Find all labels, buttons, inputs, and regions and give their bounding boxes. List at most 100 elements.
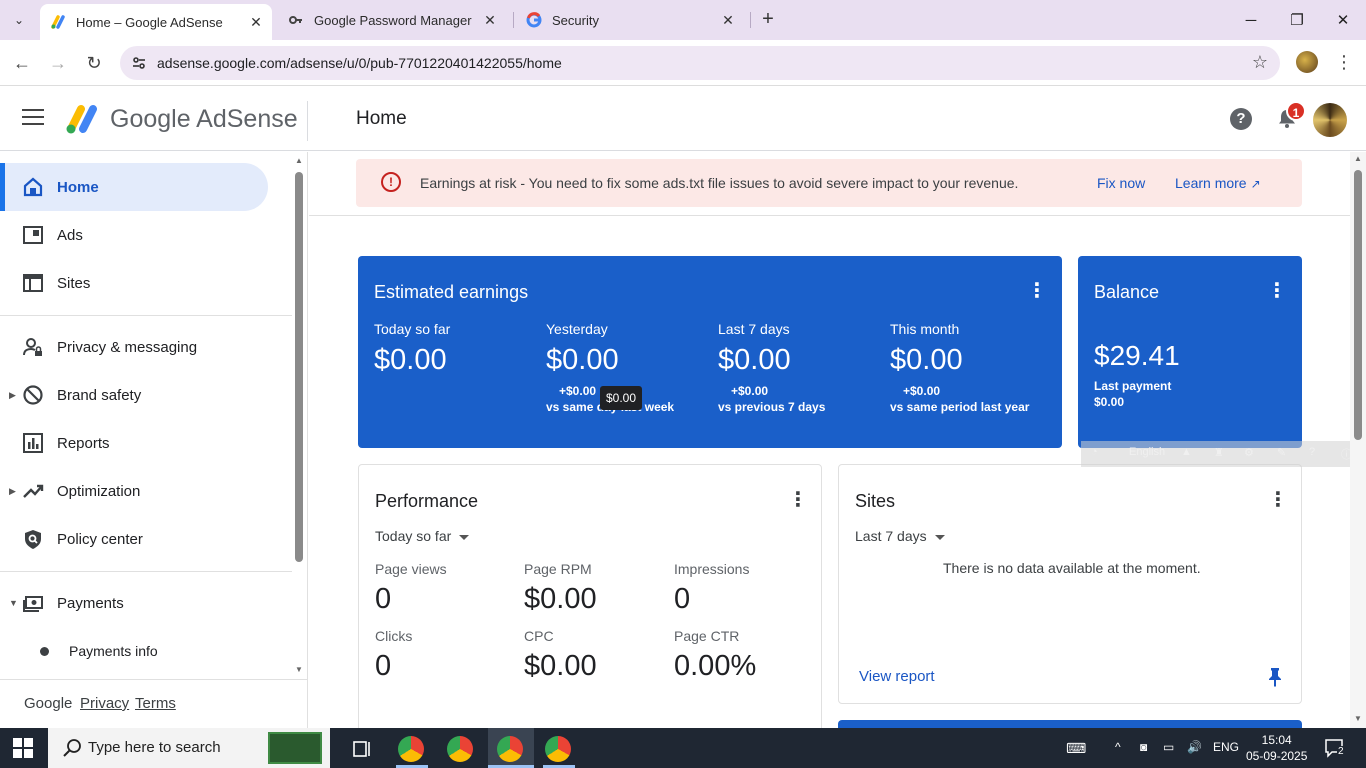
taskbar-search[interactable]: Type here to search xyxy=(48,728,330,768)
metric-value: $0.00 xyxy=(374,344,447,376)
windows-start-icon[interactable] xyxy=(13,738,33,758)
sidebar-subitem-payments-info[interactable]: Payments info xyxy=(0,627,268,675)
sites-card: Sites ⋮ Last 7 days There is no data ava… xyxy=(838,464,1302,704)
ime-settings-icon[interactable]: ⚙ xyxy=(1244,446,1254,459)
minimize-icon[interactable]: ─ xyxy=(1228,0,1274,40)
scroll-up-icon[interactable]: ▲ xyxy=(293,156,305,165)
ime-logo-icon[interactable]: ◔ xyxy=(1091,446,1098,458)
dropdown-value: Today so far xyxy=(375,528,452,544)
show-hidden-icons-icon[interactable]: ^ xyxy=(1115,740,1121,754)
metric-value: $0.00 xyxy=(546,344,619,376)
sidebar-item-ads[interactable]: Ads xyxy=(0,211,268,259)
reload-icon[interactable]: ↻ xyxy=(81,50,107,76)
chrome-taskbar-icon[interactable] xyxy=(545,736,571,762)
sidebar-item-reports[interactable]: Reports xyxy=(0,419,268,467)
close-window-icon[interactable]: ✕ xyxy=(1320,0,1366,40)
performance-range-dropdown[interactable]: Today so far xyxy=(375,528,470,544)
more-options-icon[interactable]: ⋮ xyxy=(1027,281,1047,302)
ime-keyboard-icon[interactable]: ▲ xyxy=(1181,446,1192,458)
ime-language-bar[interactable]: ◔ English ▲ ♜ ⚙ ✎ ? ⓘ xyxy=(1081,441,1366,467)
sidebar-item-home[interactable]: Home xyxy=(0,163,268,211)
payments-icon xyxy=(23,596,43,612)
input-language[interactable]: ENG xyxy=(1213,740,1239,754)
more-options-icon[interactable]: ⋮ xyxy=(1268,490,1288,511)
address-bar[interactable]: adsense.google.com/adsense/u/0/pub-77012… xyxy=(120,46,1280,80)
ime-language-label[interactable]: English xyxy=(1129,446,1165,458)
value-tooltip: $0.00 xyxy=(600,386,643,410)
expand-caret-icon[interactable]: ▶ xyxy=(9,486,16,497)
scrollbar-thumb[interactable] xyxy=(1354,170,1362,440)
browser-toolbar: ← → ↻ adsense.google.com/adsense/u/0/pub… xyxy=(0,40,1366,86)
perf-metric-label: Clicks xyxy=(375,628,413,644)
terms-link[interactable]: Terms xyxy=(135,695,176,712)
privacy-link[interactable]: Privacy xyxy=(80,695,129,712)
help-icon[interactable]: ? xyxy=(1230,108,1252,130)
error-icon: ! xyxy=(381,172,401,192)
sidebar-divider xyxy=(0,315,292,316)
perf-metric-value: 0 xyxy=(674,583,691,615)
search-placeholder: Type here to search xyxy=(88,739,221,756)
ime-pen-icon[interactable]: ✎ xyxy=(1277,446,1286,459)
ime-tool-icon[interactable]: ♜ xyxy=(1214,446,1224,459)
bookmark-star-icon[interactable]: ☆ xyxy=(1252,52,1268,73)
sidebar-item-payments[interactable]: ▼ Payments xyxy=(0,579,268,627)
google-favicon-icon xyxy=(526,12,542,28)
main-menu-icon[interactable] xyxy=(22,109,44,127)
scroll-up-icon[interactable]: ▲ xyxy=(1352,154,1364,163)
sidebar-item-brand-safety[interactable]: ▶ Brand safety xyxy=(0,371,268,419)
tab-close-icon[interactable]: ✕ xyxy=(718,12,738,29)
home-icon xyxy=(23,177,43,197)
tab-separator xyxy=(513,12,514,28)
sidebar-item-optimization[interactable]: ▶ Optimization xyxy=(0,467,268,515)
learn-more-label: Learn more xyxy=(1175,175,1247,191)
fix-now-button[interactable]: Fix now xyxy=(1097,175,1145,191)
metric-delta: +$0.00 xyxy=(559,384,597,398)
scrollbar-thumb[interactable] xyxy=(295,172,303,562)
expand-caret-icon[interactable]: ▶ xyxy=(9,390,16,401)
collapse-caret-icon[interactable]: ▼ xyxy=(9,598,18,608)
chrome-profile-avatar[interactable] xyxy=(1296,51,1318,73)
site-info-icon[interactable] xyxy=(130,54,148,72)
restore-icon[interactable]: ❐ xyxy=(1274,0,1320,40)
sidebar-item-sites[interactable]: Sites xyxy=(0,259,268,307)
sidebar-item-privacy-messaging[interactable]: Privacy & messaging xyxy=(0,323,268,371)
balance-value: $29.41 xyxy=(1094,340,1180,371)
meet-now-icon[interactable]: ◙ xyxy=(1140,740,1147,754)
chrome-taskbar-icon[interactable] xyxy=(497,736,523,762)
keyboard-tray-icon[interactable]: ⌨ xyxy=(1066,740,1086,757)
forward-icon[interactable]: → xyxy=(45,50,71,76)
alert-message: Earnings at risk - You need to fix some … xyxy=(420,175,1019,191)
sites-range-dropdown[interactable]: Last 7 days xyxy=(855,528,945,544)
scroll-down-icon[interactable]: ▼ xyxy=(1352,714,1364,723)
ime-help-icon[interactable]: ? xyxy=(1309,446,1315,458)
tab-search-icon[interactable]: ⌄ xyxy=(6,8,32,32)
more-options-icon[interactable]: ⋮ xyxy=(1267,281,1287,302)
chrome-taskbar-icon[interactable] xyxy=(398,736,424,762)
taskbar-clock[interactable]: 15:04 05-09-2025 xyxy=(1246,732,1307,764)
tab-password-manager[interactable]: Google Password Manager ✕ xyxy=(278,0,506,40)
new-tab-button[interactable]: + xyxy=(756,8,780,32)
scroll-down-icon[interactable]: ▼ xyxy=(293,665,305,674)
task-view-icon[interactable] xyxy=(350,736,376,762)
tab-close-icon[interactable]: ✕ xyxy=(480,12,500,29)
chrome-taskbar-icon[interactable] xyxy=(447,736,473,762)
back-icon[interactable]: ← xyxy=(9,50,35,76)
sidebar-item-policy-center[interactable]: Policy center xyxy=(0,515,268,563)
tab-adsense-home[interactable]: Home – Google AdSense ✕ xyxy=(40,4,272,40)
tab-security[interactable]: Security ✕ xyxy=(516,0,744,40)
action-center-icon[interactable]: 2 xyxy=(1324,738,1346,758)
tab-close-icon[interactable]: ✕ xyxy=(246,14,266,31)
more-options-icon[interactable]: ⋮ xyxy=(788,490,808,511)
sidebar-scrollbar[interactable]: ▲ ▼ xyxy=(293,156,305,674)
perf-metric-label: CPC xyxy=(524,628,554,644)
view-report-link[interactable]: View report xyxy=(859,668,935,685)
learn-more-link[interactable]: Learn more ↗ xyxy=(1175,175,1261,191)
account-avatar[interactable] xyxy=(1313,103,1347,137)
chrome-menu-icon[interactable]: ⋮ xyxy=(1334,50,1354,76)
network-icon[interactable]: ▭ xyxy=(1163,740,1174,754)
card-title: Balance xyxy=(1094,282,1160,302)
volume-icon[interactable]: 🔊 xyxy=(1187,740,1202,754)
page-scrollbar[interactable]: ▲ ▼ xyxy=(1350,152,1366,728)
open-external-icon: ↗ xyxy=(1250,177,1261,191)
pin-icon[interactable] xyxy=(1268,667,1282,687)
